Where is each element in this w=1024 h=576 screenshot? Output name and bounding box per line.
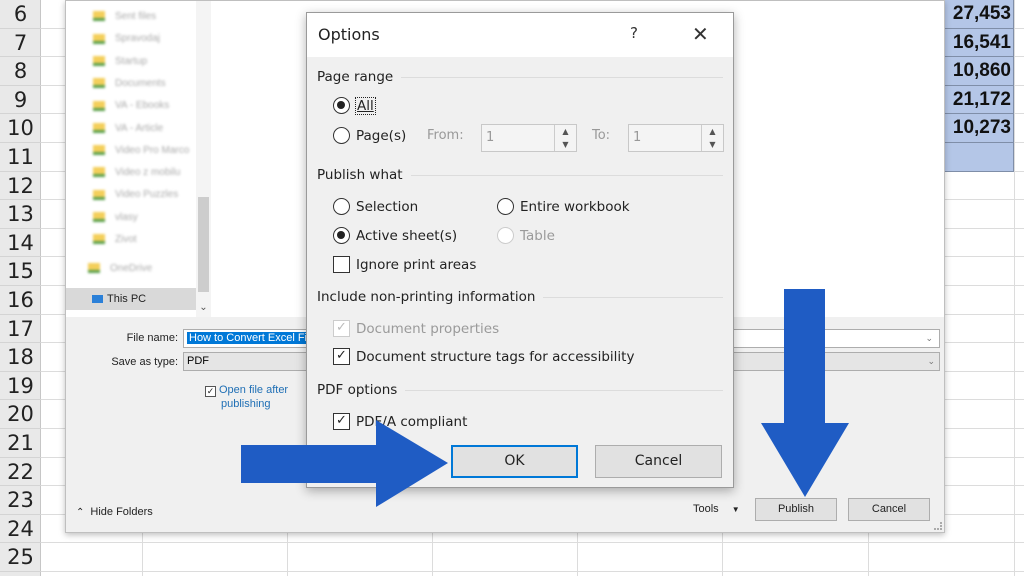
arrow-right-icon [241, 420, 448, 507]
annotation-arrows [241, 289, 849, 507]
screen: 6 7 8 9 10 11 12 13 14 15 16 17 18 19 20 21 22 23 24 25 27,… [0, 0, 1024, 576]
arrow-down-icon [761, 289, 849, 497]
